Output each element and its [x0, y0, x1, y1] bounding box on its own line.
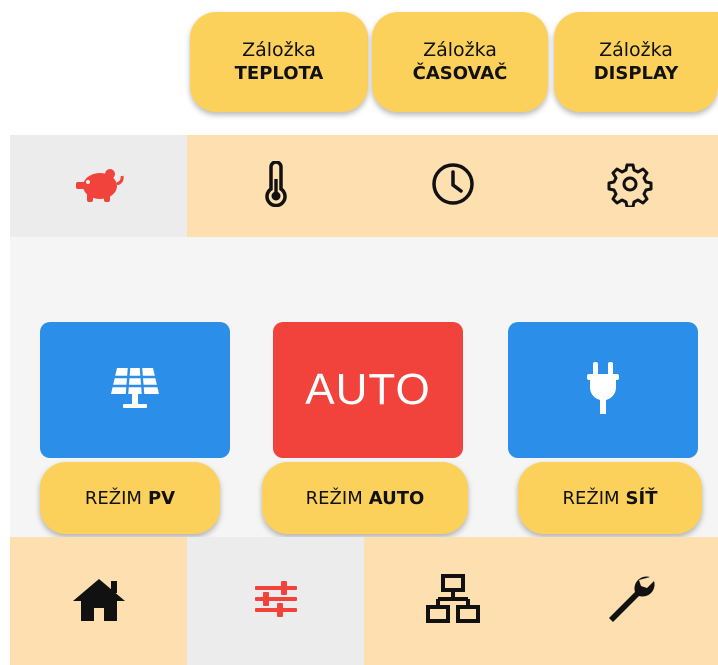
nav-settings-modes[interactable]	[187, 537, 364, 665]
callout-bold: SÍŤ	[625, 487, 658, 509]
callout-tab-teplota: Záložka TEPLOTA	[190, 12, 368, 112]
mode-grid-button[interactable]	[508, 322, 698, 458]
callout-line1: Záložka	[242, 38, 316, 61]
tab-casovac[interactable]	[364, 135, 541, 237]
tab-display[interactable]	[541, 135, 718, 237]
mode-auto-button[interactable]: AUTO	[273, 322, 463, 458]
nav-service[interactable]	[541, 537, 718, 665]
tab-savings[interactable]	[10, 135, 187, 237]
bottom-nav-bar	[10, 537, 718, 665]
callout-tab-display: Záložka DISPLAY	[554, 12, 718, 112]
nav-home[interactable]	[10, 537, 187, 665]
callout-prefix: REŽIM	[305, 487, 363, 509]
top-tab-bar	[10, 135, 718, 237]
solar-panel-icon	[109, 364, 161, 417]
mode-auto-label: AUTO	[305, 365, 431, 414]
home-icon	[71, 575, 127, 628]
thermometer-icon	[261, 159, 291, 212]
wrench-icon	[604, 573, 656, 630]
callout-line2: ČASOVAČ	[412, 62, 508, 84]
piggy-bank-icon	[74, 164, 124, 209]
gear-icon	[607, 161, 653, 212]
callout-line1: Záložka	[599, 38, 673, 61]
callout-bold: AUTO	[368, 487, 425, 509]
callout-rezim-sit: REŽIM SÍŤ	[518, 462, 702, 534]
callout-line1: Záložka	[423, 38, 497, 61]
plug-icon	[585, 360, 621, 421]
callout-prefix: REŽIM	[562, 487, 620, 509]
nav-network[interactable]	[364, 537, 541, 665]
tab-teplota[interactable]	[187, 135, 364, 237]
callout-line2: TEPLOTA	[234, 62, 324, 84]
clock-icon	[430, 161, 476, 212]
network-icon	[425, 573, 481, 630]
callout-line2: DISPLAY	[593, 62, 679, 84]
callout-rezim-auto: REŽIM AUTO	[262, 462, 468, 534]
sliders-icon	[253, 579, 299, 624]
callout-rezim-pv: REŽIM PV	[40, 462, 220, 534]
callout-prefix: REŽIM	[84, 487, 142, 509]
callout-tab-casovac: Záložka ČASOVAČ	[372, 12, 548, 112]
callout-bold: PV	[147, 487, 176, 509]
mode-pv-button[interactable]	[40, 322, 230, 458]
